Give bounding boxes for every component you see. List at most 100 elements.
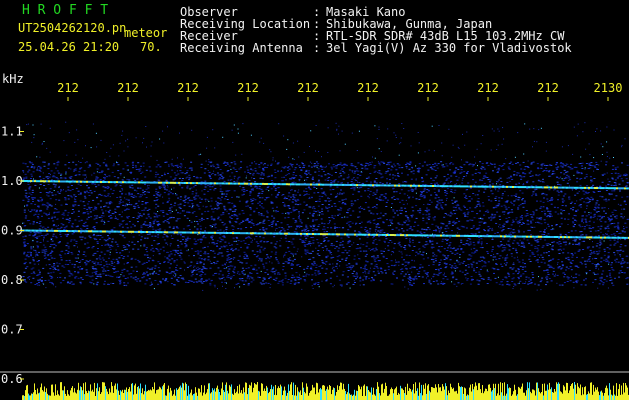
noise-pixel <box>285 235 288 237</box>
noise-pixel <box>445 225 448 227</box>
noise-pixel <box>556 274 559 276</box>
noise-pixel <box>231 214 234 216</box>
noise-pixel <box>305 188 308 190</box>
noise-pixel <box>444 204 447 206</box>
noise-pixel <box>60 204 63 206</box>
noise-pixel <box>246 218 249 220</box>
noise-pixel <box>401 209 403 211</box>
noise-pixel <box>574 252 577 254</box>
noise-pixel <box>107 210 110 212</box>
noise-pixel <box>506 281 509 283</box>
noise-pixel <box>303 167 305 168</box>
noise-pixel <box>176 239 179 241</box>
noise-pixel <box>216 260 219 262</box>
noise-pixel <box>193 198 196 200</box>
noise-pixel <box>460 169 463 171</box>
noise-pixel <box>247 236 250 237</box>
noise-pixel <box>382 199 385 201</box>
noise-pixel <box>417 224 420 226</box>
noise-pixel <box>156 221 159 223</box>
noise-pixel <box>184 198 187 200</box>
noise-pixel <box>511 278 514 280</box>
noise-pixel <box>140 236 143 238</box>
noise-pixel <box>214 223 217 225</box>
noise-pixel <box>473 268 475 270</box>
noise-pixel <box>621 266 624 268</box>
noise-pixel <box>453 192 456 194</box>
noise-pixel <box>198 219 201 221</box>
noise-pixel <box>131 187 134 189</box>
noise-pixel <box>314 270 317 272</box>
noise-pixel <box>223 236 226 238</box>
noise-pixel <box>81 279 84 280</box>
noise-pixel <box>562 272 565 274</box>
noise-pixel <box>611 268 614 270</box>
noise-pixel <box>605 161 608 163</box>
noise-pixel <box>36 216 39 217</box>
noise-pixel <box>295 272 298 274</box>
noise-pixel <box>122 245 125 246</box>
noise-pixel <box>260 240 263 242</box>
noise-pixel <box>36 254 39 256</box>
noise-pixel <box>242 220 244 222</box>
noise-pixel <box>172 217 175 219</box>
noise-pixel <box>295 200 298 202</box>
noise-pixel <box>432 169 435 171</box>
noise-pixel <box>600 276 603 278</box>
noise-pixel <box>306 244 309 245</box>
noise-pixel <box>179 275 182 276</box>
noise-pixel <box>290 268 293 270</box>
noise-pixel <box>175 226 178 228</box>
noise-pixel <box>235 283 238 285</box>
noise-pixel <box>508 217 511 218</box>
noise-pixel <box>432 264 435 266</box>
noise-pixel <box>208 174 211 176</box>
noise-pixel <box>610 264 613 266</box>
noise-pixel <box>45 205 48 207</box>
noise-pixel <box>403 193 406 195</box>
noise-pixel <box>446 250 449 251</box>
noise-pixel <box>128 203 131 205</box>
noise-pixel <box>458 220 461 222</box>
noise-pixel <box>100 206 102 208</box>
noise-pixel <box>128 216 130 217</box>
noise-pixel <box>525 276 528 278</box>
noise-pixel <box>466 172 468 173</box>
noise-pixel <box>507 166 510 168</box>
noise-pixel <box>419 266 421 268</box>
noise-pixel <box>291 253 294 255</box>
noise-pixel <box>47 254 50 256</box>
noise-pixel <box>469 219 472 221</box>
noise-pixel <box>149 217 152 219</box>
noise-pixel <box>397 222 400 224</box>
noise-pixel <box>561 163 564 165</box>
noise-pixel <box>231 225 234 227</box>
noise-pixel <box>378 239 381 241</box>
noise-pixel <box>614 259 616 261</box>
noise-pixel <box>451 252 454 254</box>
noise-pixel <box>262 249 265 251</box>
noise-pixel <box>249 192 252 194</box>
noise-pixel <box>526 213 529 214</box>
noise-pixel <box>24 163 27 165</box>
noise-pixel <box>273 236 276 238</box>
noise-pixel <box>217 267 220 269</box>
noise-pixel <box>360 195 363 197</box>
noise-pixel <box>86 203 89 205</box>
noise-pixel <box>593 165 596 167</box>
noise-pixel <box>154 176 157 178</box>
noise-pixel <box>365 162 368 164</box>
noise-pixel <box>232 229 235 230</box>
noise-pixel <box>79 168 82 170</box>
noise-pixel <box>300 235 302 237</box>
noise-pixel <box>619 174 622 176</box>
noise-pixel <box>625 203 627 205</box>
noise-pixel <box>305 179 308 181</box>
noise-pixel <box>527 277 530 279</box>
noise-pixel <box>90 282 93 284</box>
noise-pixel <box>356 177 359 179</box>
noise-pixel <box>178 184 181 186</box>
noise-pixel <box>95 278 98 279</box>
noise-pixel <box>190 169 193 171</box>
noise-pixel <box>26 254 29 256</box>
